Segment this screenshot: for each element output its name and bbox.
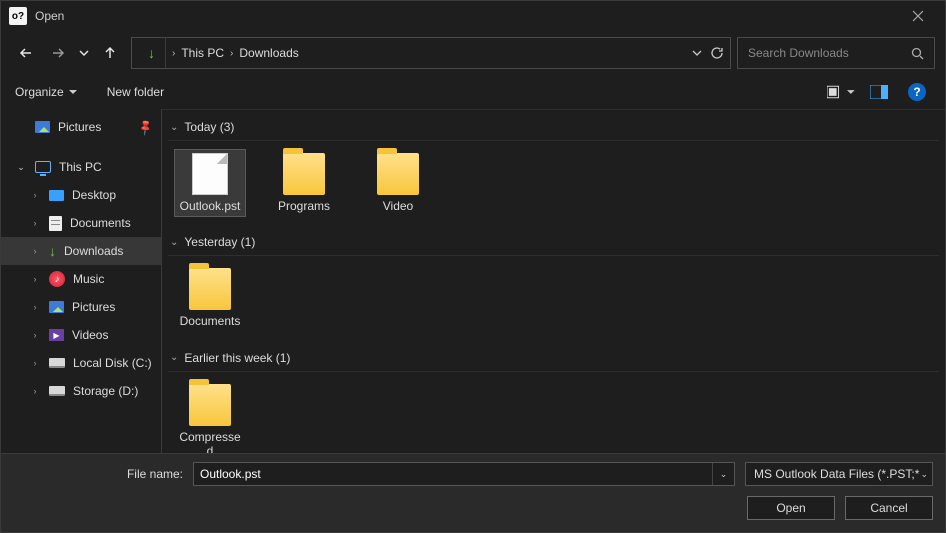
back-button[interactable] bbox=[11, 38, 41, 68]
file-type-filter[interactable]: MS Outlook Data Files (*.PST;*.OST) ⌄ bbox=[745, 462, 933, 486]
sidebar-item-desktop[interactable]: › Desktop bbox=[1, 181, 161, 209]
address-bar[interactable]: ↓ › This PC › Downloads bbox=[131, 37, 731, 69]
search-icon bbox=[911, 47, 924, 60]
close-button[interactable] bbox=[897, 2, 939, 30]
titlebar: o? Open bbox=[1, 1, 945, 31]
group-header-earlier[interactable]: ⌄ Earlier this week (1) bbox=[168, 347, 939, 372]
breadcrumb-current[interactable]: Downloads bbox=[239, 46, 298, 60]
location-icon: ↓ bbox=[138, 38, 166, 68]
nav-row: ↓ › This PC › Downloads bbox=[1, 31, 945, 75]
open-dialog: o? Open ↓ › This PC › Downloads bbox=[0, 0, 946, 533]
folder-icon bbox=[189, 268, 231, 310]
this-pc-icon bbox=[35, 161, 51, 173]
sidebar-quick-pictures[interactable]: Pictures 📌 bbox=[1, 113, 161, 141]
filename-input[interactable] bbox=[194, 467, 712, 481]
app-icon: o? bbox=[9, 7, 27, 25]
chevron-right-icon: › bbox=[29, 358, 41, 368]
downloads-icon: ↓ bbox=[49, 244, 56, 258]
preview-pane-button[interactable] bbox=[865, 80, 893, 104]
arrow-right-icon bbox=[51, 46, 65, 60]
disk-icon bbox=[49, 358, 65, 368]
videos-icon: ▶ bbox=[49, 329, 64, 341]
close-icon bbox=[912, 10, 924, 22]
filename-combobox[interactable]: ⌄ bbox=[193, 462, 735, 486]
help-button[interactable]: ? bbox=[903, 80, 931, 104]
new-folder-button[interactable]: New folder bbox=[107, 85, 164, 99]
arrow-left-icon bbox=[19, 46, 33, 60]
filter-dropdown-icon: ⌄ bbox=[920, 469, 928, 480]
sidebar: Pictures 📌 ⌄ This PC › Desktop › Documen… bbox=[1, 109, 161, 453]
chevron-down-icon: ⌄ bbox=[170, 122, 178, 133]
desktop-icon bbox=[49, 190, 64, 201]
chevron-down-icon: ⌄ bbox=[170, 352, 178, 363]
sidebar-item-downloads[interactable]: › ↓ Downloads bbox=[1, 237, 161, 265]
chevron-right-icon: › bbox=[29, 190, 41, 200]
sidebar-this-pc[interactable]: ⌄ This PC bbox=[1, 153, 161, 181]
chevron-right-icon: › bbox=[29, 218, 41, 228]
chevron-right-icon: › bbox=[29, 274, 41, 284]
chevron-right-icon: › bbox=[29, 246, 41, 256]
group-header-today[interactable]: ⌄ Today (3) bbox=[168, 116, 939, 141]
music-icon: ♪ bbox=[49, 271, 65, 287]
sidebar-item-videos[interactable]: › ▶ Videos bbox=[1, 321, 161, 349]
pictures-icon bbox=[35, 121, 50, 133]
breadcrumb-this-pc[interactable]: This PC bbox=[181, 46, 224, 60]
view-mode-button[interactable] bbox=[827, 80, 855, 104]
arrow-up-icon bbox=[103, 46, 117, 60]
forward-button[interactable] bbox=[43, 38, 73, 68]
folder-icon bbox=[377, 153, 419, 195]
folder-icon bbox=[283, 153, 325, 195]
search-box[interactable] bbox=[737, 37, 935, 69]
history-dropdown[interactable] bbox=[75, 38, 93, 68]
sidebar-item-pictures[interactable]: › Pictures bbox=[1, 293, 161, 321]
body: Pictures 📌 ⌄ This PC › Desktop › Documen… bbox=[1, 109, 945, 453]
sidebar-item-storage[interactable]: › Storage (D:) bbox=[1, 377, 161, 405]
toolbar: Organize New folder ? bbox=[1, 75, 945, 109]
chevron-down-icon: ⌄ bbox=[15, 162, 27, 173]
sidebar-item-music[interactable]: › ♪ Music bbox=[1, 265, 161, 293]
pictures-icon bbox=[49, 301, 64, 313]
chevron-down-icon[interactable] bbox=[692, 48, 702, 58]
file-item[interactable]: Documents bbox=[174, 264, 246, 332]
disk-icon bbox=[49, 386, 65, 396]
preview-pane-icon bbox=[870, 85, 888, 99]
help-icon: ? bbox=[908, 83, 926, 101]
chevron-right-icon: › bbox=[172, 48, 175, 59]
open-button[interactable]: Open bbox=[747, 496, 835, 520]
file-icon bbox=[192, 153, 228, 195]
folder-icon bbox=[189, 384, 231, 426]
file-item[interactable]: Outlook.pst bbox=[174, 149, 246, 217]
filename-label: File name: bbox=[13, 467, 183, 481]
file-item[interactable]: Programs bbox=[268, 149, 340, 217]
caret-down-icon bbox=[69, 88, 77, 96]
chevron-down-icon bbox=[79, 48, 89, 58]
documents-icon bbox=[49, 216, 62, 231]
refresh-icon[interactable] bbox=[710, 46, 724, 60]
up-button[interactable] bbox=[95, 38, 125, 68]
caret-down-icon bbox=[847, 88, 855, 96]
organize-button[interactable]: Organize bbox=[15, 85, 77, 99]
pin-icon: 📌 bbox=[137, 118, 156, 137]
chevron-down-icon: ⌄ bbox=[170, 237, 178, 248]
search-input[interactable] bbox=[748, 46, 903, 60]
file-item[interactable]: Compressed bbox=[174, 380, 246, 453]
chevron-right-icon: › bbox=[29, 330, 41, 340]
footer: File name: ⌄ MS Outlook Data Files (*.PS… bbox=[1, 453, 945, 532]
thumbnail-view-icon bbox=[827, 84, 844, 100]
window-title: Open bbox=[35, 9, 64, 23]
filename-dropdown[interactable]: ⌄ bbox=[712, 463, 734, 485]
file-pane[interactable]: ⌄ Today (3) Outlook.pst Programs Video bbox=[162, 109, 945, 453]
group-header-yesterday[interactable]: ⌄ Yesterday (1) bbox=[168, 231, 939, 256]
cancel-button[interactable]: Cancel bbox=[845, 496, 933, 520]
sidebar-item-local-disk[interactable]: › Local Disk (C:) bbox=[1, 349, 161, 377]
file-item[interactable]: Video bbox=[362, 149, 434, 217]
chevron-right-icon: › bbox=[230, 48, 233, 59]
sidebar-item-documents[interactable]: › Documents bbox=[1, 209, 161, 237]
chevron-right-icon: › bbox=[29, 386, 41, 396]
chevron-right-icon: › bbox=[29, 302, 41, 312]
